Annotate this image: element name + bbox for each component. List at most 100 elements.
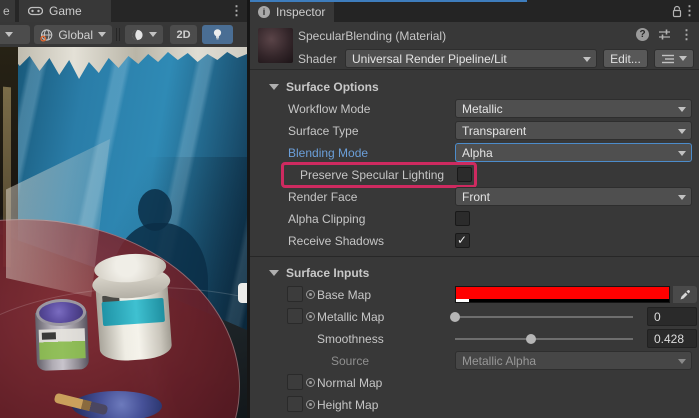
source-label: Source — [331, 354, 369, 368]
chevron-down-icon — [5, 32, 13, 37]
blending-mode-dropdown[interactable]: Alpha — [455, 143, 692, 162]
blending-mode-value: Alpha — [462, 146, 493, 160]
blending-mode-row: Blending Mode Alpha — [250, 142, 699, 164]
game-menu-kebab-icon[interactable]: ⋮ — [230, 4, 243, 17]
height-map-row: Height Map — [250, 394, 699, 416]
height-map-label: Height Map — [317, 398, 378, 412]
eyedropper-icon — [679, 289, 691, 301]
shader-dropdown[interactable]: Universal Render Pipeline/Lit — [345, 49, 597, 68]
chevron-down-icon — [678, 195, 686, 200]
scene-paint-can — [35, 298, 90, 380]
gamepad-icon — [28, 6, 43, 16]
chevron-down-icon — [98, 32, 106, 37]
chevron-down-icon — [149, 32, 157, 37]
workflow-mode-dropdown[interactable]: Metallic — [455, 99, 692, 118]
alpha-bar — [456, 299, 669, 302]
receive-shadows-label: Receive Shadows — [288, 234, 384, 248]
workflow-mode-value: Metallic — [462, 102, 503, 116]
list-icon — [662, 54, 674, 64]
material-menu-kebab-icon[interactable]: ⋮ — [680, 28, 693, 41]
toolbar-separator — [116, 28, 117, 41]
tab-inspector-label: Inspector — [276, 5, 325, 19]
globe-icon — [40, 28, 53, 42]
preserve-specular-checkbox[interactable] — [457, 167, 472, 182]
tab-game[interactable]: Game — [19, 0, 111, 22]
mode-2d-label: 2D — [176, 29, 190, 41]
chevron-down-icon — [583, 57, 591, 62]
inspector-tabbar: i Inspector ⋮ — [250, 0, 699, 22]
scene-lighting-toggle-button[interactable] — [202, 25, 233, 44]
scene-viewport[interactable] — [0, 47, 247, 418]
shader-label: Shader — [298, 52, 345, 66]
object-picker-icon[interactable] — [306, 290, 315, 299]
eyedropper-button[interactable] — [673, 286, 697, 303]
smoothness-value-field[interactable]: 0.428 — [647, 329, 697, 348]
receive-shadows-row: Receive Shadows — [250, 230, 699, 252]
foldout-open-icon — [269, 84, 279, 90]
slider-knob[interactable] — [450, 312, 460, 322]
alpha-clipping-label: Alpha Clipping — [288, 212, 365, 226]
surface-options-foldout[interactable]: Surface Options — [250, 76, 699, 98]
smoothness-value: 0.428 — [654, 332, 684, 346]
receive-shadows-checkbox[interactable] — [455, 233, 470, 248]
inspector-menu-kebab-icon[interactable]: ⋮ — [683, 4, 696, 17]
metallic-map-row: Metallic Map 0 — [250, 306, 699, 328]
height-map-texture-slot[interactable] — [287, 396, 303, 412]
surface-inputs-foldout[interactable]: Surface Inputs — [250, 262, 699, 284]
preserve-specular-row: Preserve Specular Lighting — [250, 164, 699, 186]
workflow-mode-label: Workflow Mode — [288, 102, 370, 116]
material-preview-thumbnail[interactable] — [258, 28, 293, 63]
shader-properties-button[interactable] — [654, 49, 694, 68]
source-dropdown: Metallic Alpha — [455, 351, 692, 370]
shader-value: Universal Render Pipeline/Lit — [352, 52, 507, 66]
scene-white-object — [238, 283, 247, 303]
metallic-value-field[interactable]: 0 — [647, 307, 697, 326]
toolbar-separator — [119, 28, 120, 41]
toggle-2d-button[interactable]: 2D — [170, 25, 197, 44]
normal-map-texture-slot[interactable] — [287, 374, 303, 390]
alpha-clipping-checkbox[interactable] — [455, 211, 470, 226]
tab-scene-partial[interactable]: e — [0, 0, 15, 22]
object-picker-icon[interactable] — [306, 312, 315, 321]
slider-knob[interactable] — [526, 334, 536, 344]
source-value: Metallic Alpha — [462, 354, 536, 368]
smoothness-slider[interactable] — [455, 328, 633, 350]
metallic-map-texture-slot[interactable] — [287, 308, 303, 324]
tab-inspector[interactable]: i Inspector — [250, 2, 334, 22]
chevron-down-icon — [678, 359, 686, 364]
chevron-down-icon — [678, 129, 686, 134]
game-panel: e Game ⋮ ter Global — [0, 0, 247, 418]
help-icon[interactable]: ? — [636, 28, 649, 41]
info-icon: i — [258, 6, 270, 18]
base-map-label: Base Map — [317, 288, 371, 302]
slider-track — [455, 316, 633, 318]
object-picker-icon[interactable] — [306, 400, 315, 409]
render-face-row: Render Face Front — [250, 186, 699, 208]
scene-toolbar: ter Global 2D — [0, 22, 247, 47]
source-row: Source Metallic Alpha — [250, 350, 699, 372]
material-header: SpecularBlending (Material) ? ⋮ Shader U… — [250, 22, 699, 70]
shading-mode-dropdown[interactable] — [125, 25, 163, 44]
presets-icon[interactable] — [658, 28, 671, 41]
pivot-center-button[interactable]: ter — [0, 25, 30, 44]
paint-can-logo — [42, 332, 56, 339]
blending-mode-label: Blending Mode — [288, 146, 368, 160]
surface-type-dropdown[interactable]: Transparent — [455, 121, 692, 140]
surface-type-label: Surface Type — [288, 124, 359, 138]
smoothness-label: Smoothness — [317, 332, 384, 346]
shader-edit-button[interactable]: Edit... — [603, 49, 648, 68]
normal-map-label: Normal Map — [317, 376, 382, 390]
orientation-global-button[interactable]: Global — [34, 25, 112, 44]
metallic-map-label: Metallic Map — [317, 310, 384, 324]
shaded-sphere-icon — [131, 28, 144, 42]
tab-scene-partial-label: e — [3, 4, 10, 18]
normal-map-row: Normal Map — [250, 372, 699, 394]
metallic-slider[interactable] — [455, 306, 633, 328]
edit-label: Edit... — [610, 52, 641, 66]
base-map-color-swatch[interactable] — [455, 286, 670, 303]
render-face-dropdown[interactable]: Front — [455, 187, 692, 206]
base-map-texture-slot[interactable] — [287, 286, 303, 302]
lock-open-icon[interactable] — [671, 5, 683, 18]
object-picker-icon[interactable] — [306, 378, 315, 387]
lightbulb-icon — [212, 28, 223, 41]
